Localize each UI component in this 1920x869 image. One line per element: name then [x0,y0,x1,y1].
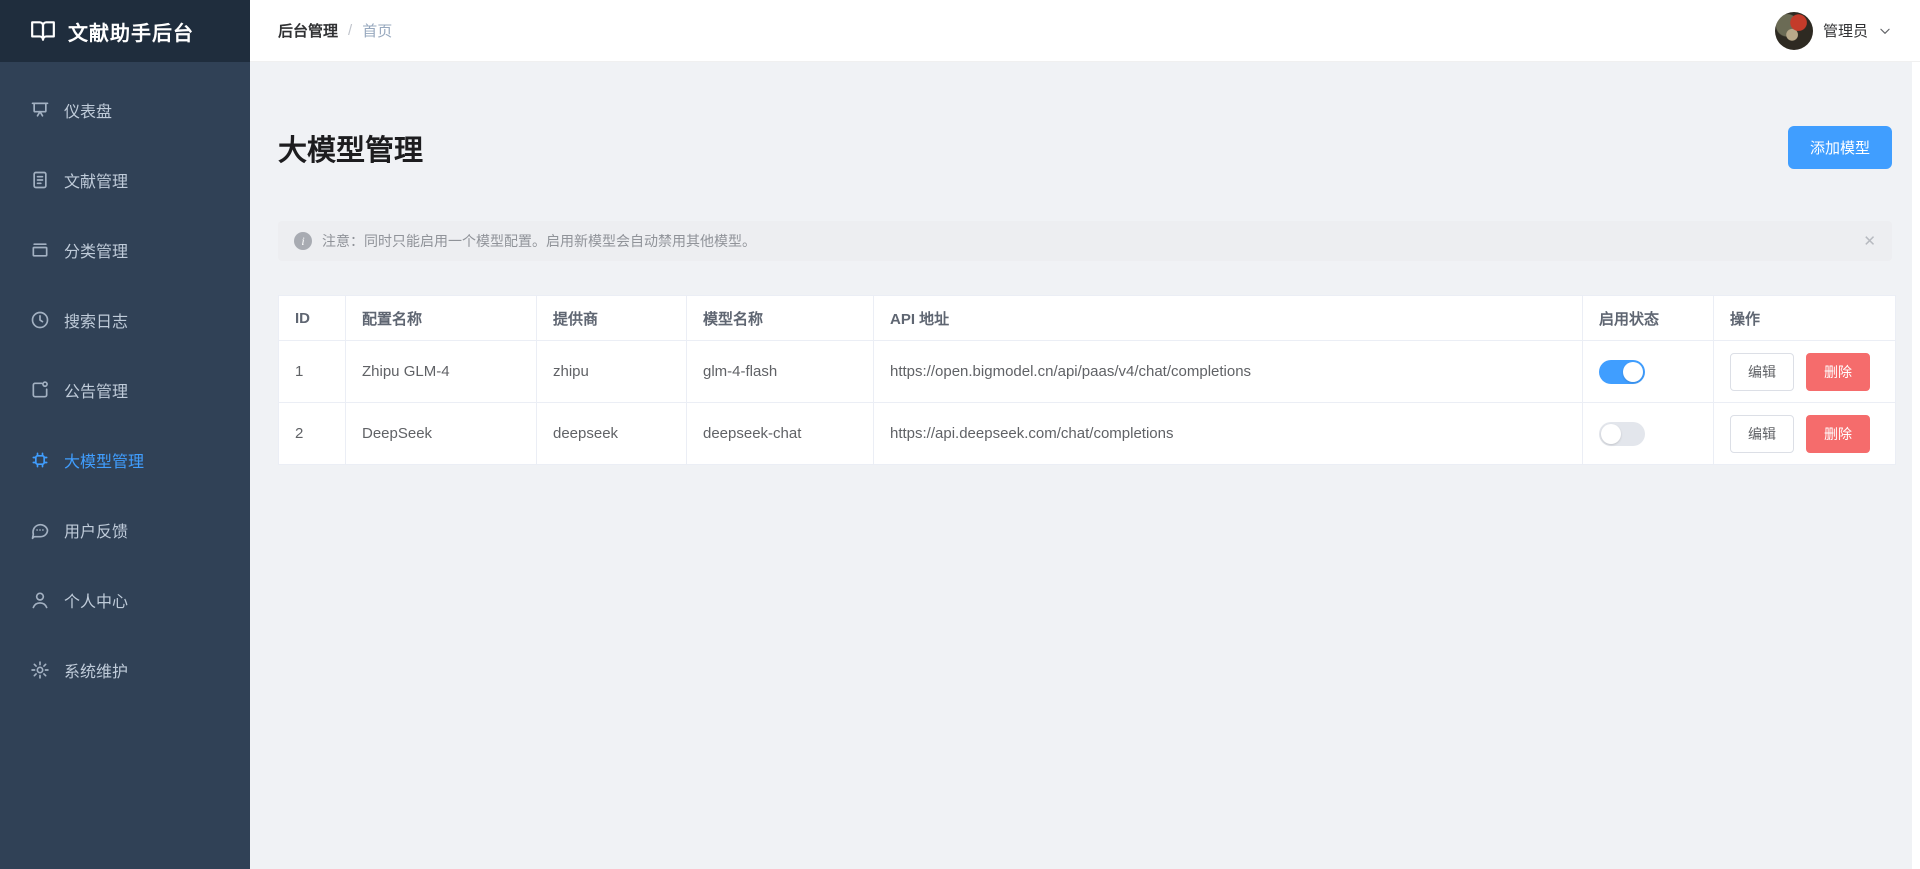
dashboard-icon [31,102,49,117]
col-header-name: 配置名称 [345,295,537,341]
page-title-row: 大模型管理 添加模型 [278,126,1892,169]
col-header-id: ID [278,295,346,341]
sidebar-item-category[interactable]: 分类管理 [0,222,250,278]
category-icon [32,243,48,257]
breadcrumb-current: 首页 [362,23,393,40]
sidebar-item-label: 搜索日志 [64,314,129,331]
user-avatar[interactable] [1774,11,1813,50]
sidebar-item-announcements[interactable]: 公告管理 [0,362,250,418]
sidebar: 文献助手后台 仪表盘 文献管理 分类管理 搜索日志 公告管理 大模型管理 用户反… [0,0,250,869]
app-logo: 文献助手后台 [0,0,250,62]
edit-button[interactable]: 编辑 [1730,414,1794,453]
sidebar-menu: 仪表盘 文献管理 分类管理 搜索日志 公告管理 大模型管理 用户反馈 个人中心 … [0,62,250,698]
sidebar-item-dashboard[interactable]: 仪表盘 [0,82,250,138]
sidebar-item-label: 公告管理 [64,384,129,401]
clock-icon [31,311,49,329]
cell-model: deepseek-chat [686,402,874,465]
cell-model: glm-4-flash [686,340,874,403]
announcement-icon [32,381,48,398]
sidebar-item-literature[interactable]: 文献管理 [0,152,250,208]
user-icon [32,592,48,609]
toggle-knob [1601,423,1621,444]
models-table: ID 配置名称 提供商 模型名称 API 地址 启用状态 操作 1 Zhipu … [278,295,1896,465]
sidebar-item-label: 大模型管理 [64,454,145,471]
col-header-api: API 地址 [873,295,1583,341]
main-content: 大模型管理 添加模型 i 注意：同时只能启用一个模型配置。启用新模型会自动禁用其… [250,62,1920,869]
sidebar-item-system-maintenance[interactable]: 系统维护 [0,642,250,698]
info-icon: i [294,232,312,250]
delete-button[interactable]: 删除 [1806,352,1870,391]
cell-api: https://api.deepseek.com/chat/completion… [873,402,1583,465]
notice-text: 注意：同时只能启用一个模型配置。启用新模型会自动禁用其他模型。 [322,233,756,249]
gear-icon [31,661,49,679]
sidebar-item-label: 文献管理 [64,174,129,191]
sidebar-item-user-feedback[interactable]: 用户反馈 [0,502,250,558]
enable-toggle[interactable] [1599,359,1645,384]
chip-icon [32,452,48,468]
cell-api: https://open.bigmodel.cn/api/paas/v4/cha… [873,340,1583,403]
cell-name: DeepSeek [345,402,537,465]
sidebar-item-label: 用户反馈 [64,524,129,541]
col-header-actions: 操作 [1713,295,1896,341]
breadcrumb: 后台管理 / 首页 [278,20,392,41]
cell-id: 1 [278,340,346,403]
app-title: 文献助手后台 [68,22,194,45]
user-name: 管理员 [1822,23,1868,40]
col-header-provider: 提供商 [536,295,687,341]
table-row: 1 Zhipu GLM-4 zhipu glm-4-flash https://… [278,340,1896,403]
cell-provider: deepseek [536,402,687,465]
row-actions: 编辑 删除 [1730,414,1879,453]
cell-name: Zhipu GLM-4 [345,340,537,403]
col-header-status: 启用状态 [1582,295,1714,341]
cell-provider: zhipu [536,340,687,403]
page-title: 大模型管理 [278,134,424,167]
open-book-icon [31,21,55,41]
breadcrumb-root[interactable]: 后台管理 [278,20,338,41]
sidebar-item-search-logs[interactable]: 搜索日志 [0,292,250,348]
cell-id: 2 [278,402,346,465]
sidebar-item-label: 分类管理 [64,244,129,261]
feedback-icon [31,523,49,540]
add-model-button[interactable]: 添加模型 [1787,126,1892,169]
user-menu[interactable]: 管理员 [1774,11,1892,50]
sidebar-item-label: 仪表盘 [64,104,113,121]
row-actions: 编辑 删除 [1730,352,1879,391]
notice-alert: i 注意：同时只能启用一个模型配置。启用新模型会自动禁用其他模型。 ✕ [278,221,1892,261]
table-row: 2 DeepSeek deepseek deepseek-chat https:… [278,402,1896,465]
sidebar-item-llm-management[interactable]: 大模型管理 [0,432,250,488]
close-icon[interactable]: ✕ [1863,234,1876,249]
chevron-down-icon [1880,28,1890,34]
edit-button[interactable]: 编辑 [1730,352,1794,391]
sidebar-item-label: 系统维护 [64,664,129,681]
toggle-knob [1623,361,1643,382]
top-header: 后台管理 / 首页 管理员 [250,0,1920,62]
table-header-row: ID 配置名称 提供商 模型名称 API 地址 启用状态 操作 [278,295,1896,341]
enable-toggle[interactable] [1599,421,1645,446]
scrollbar-track[interactable] [1912,62,1920,869]
breadcrumb-separator: / [348,22,353,39]
document-icon [33,171,47,189]
sidebar-item-profile[interactable]: 个人中心 [0,572,250,628]
delete-button[interactable]: 删除 [1806,414,1870,453]
col-header-model: 模型名称 [686,295,874,341]
sidebar-item-label: 个人中心 [64,594,129,611]
